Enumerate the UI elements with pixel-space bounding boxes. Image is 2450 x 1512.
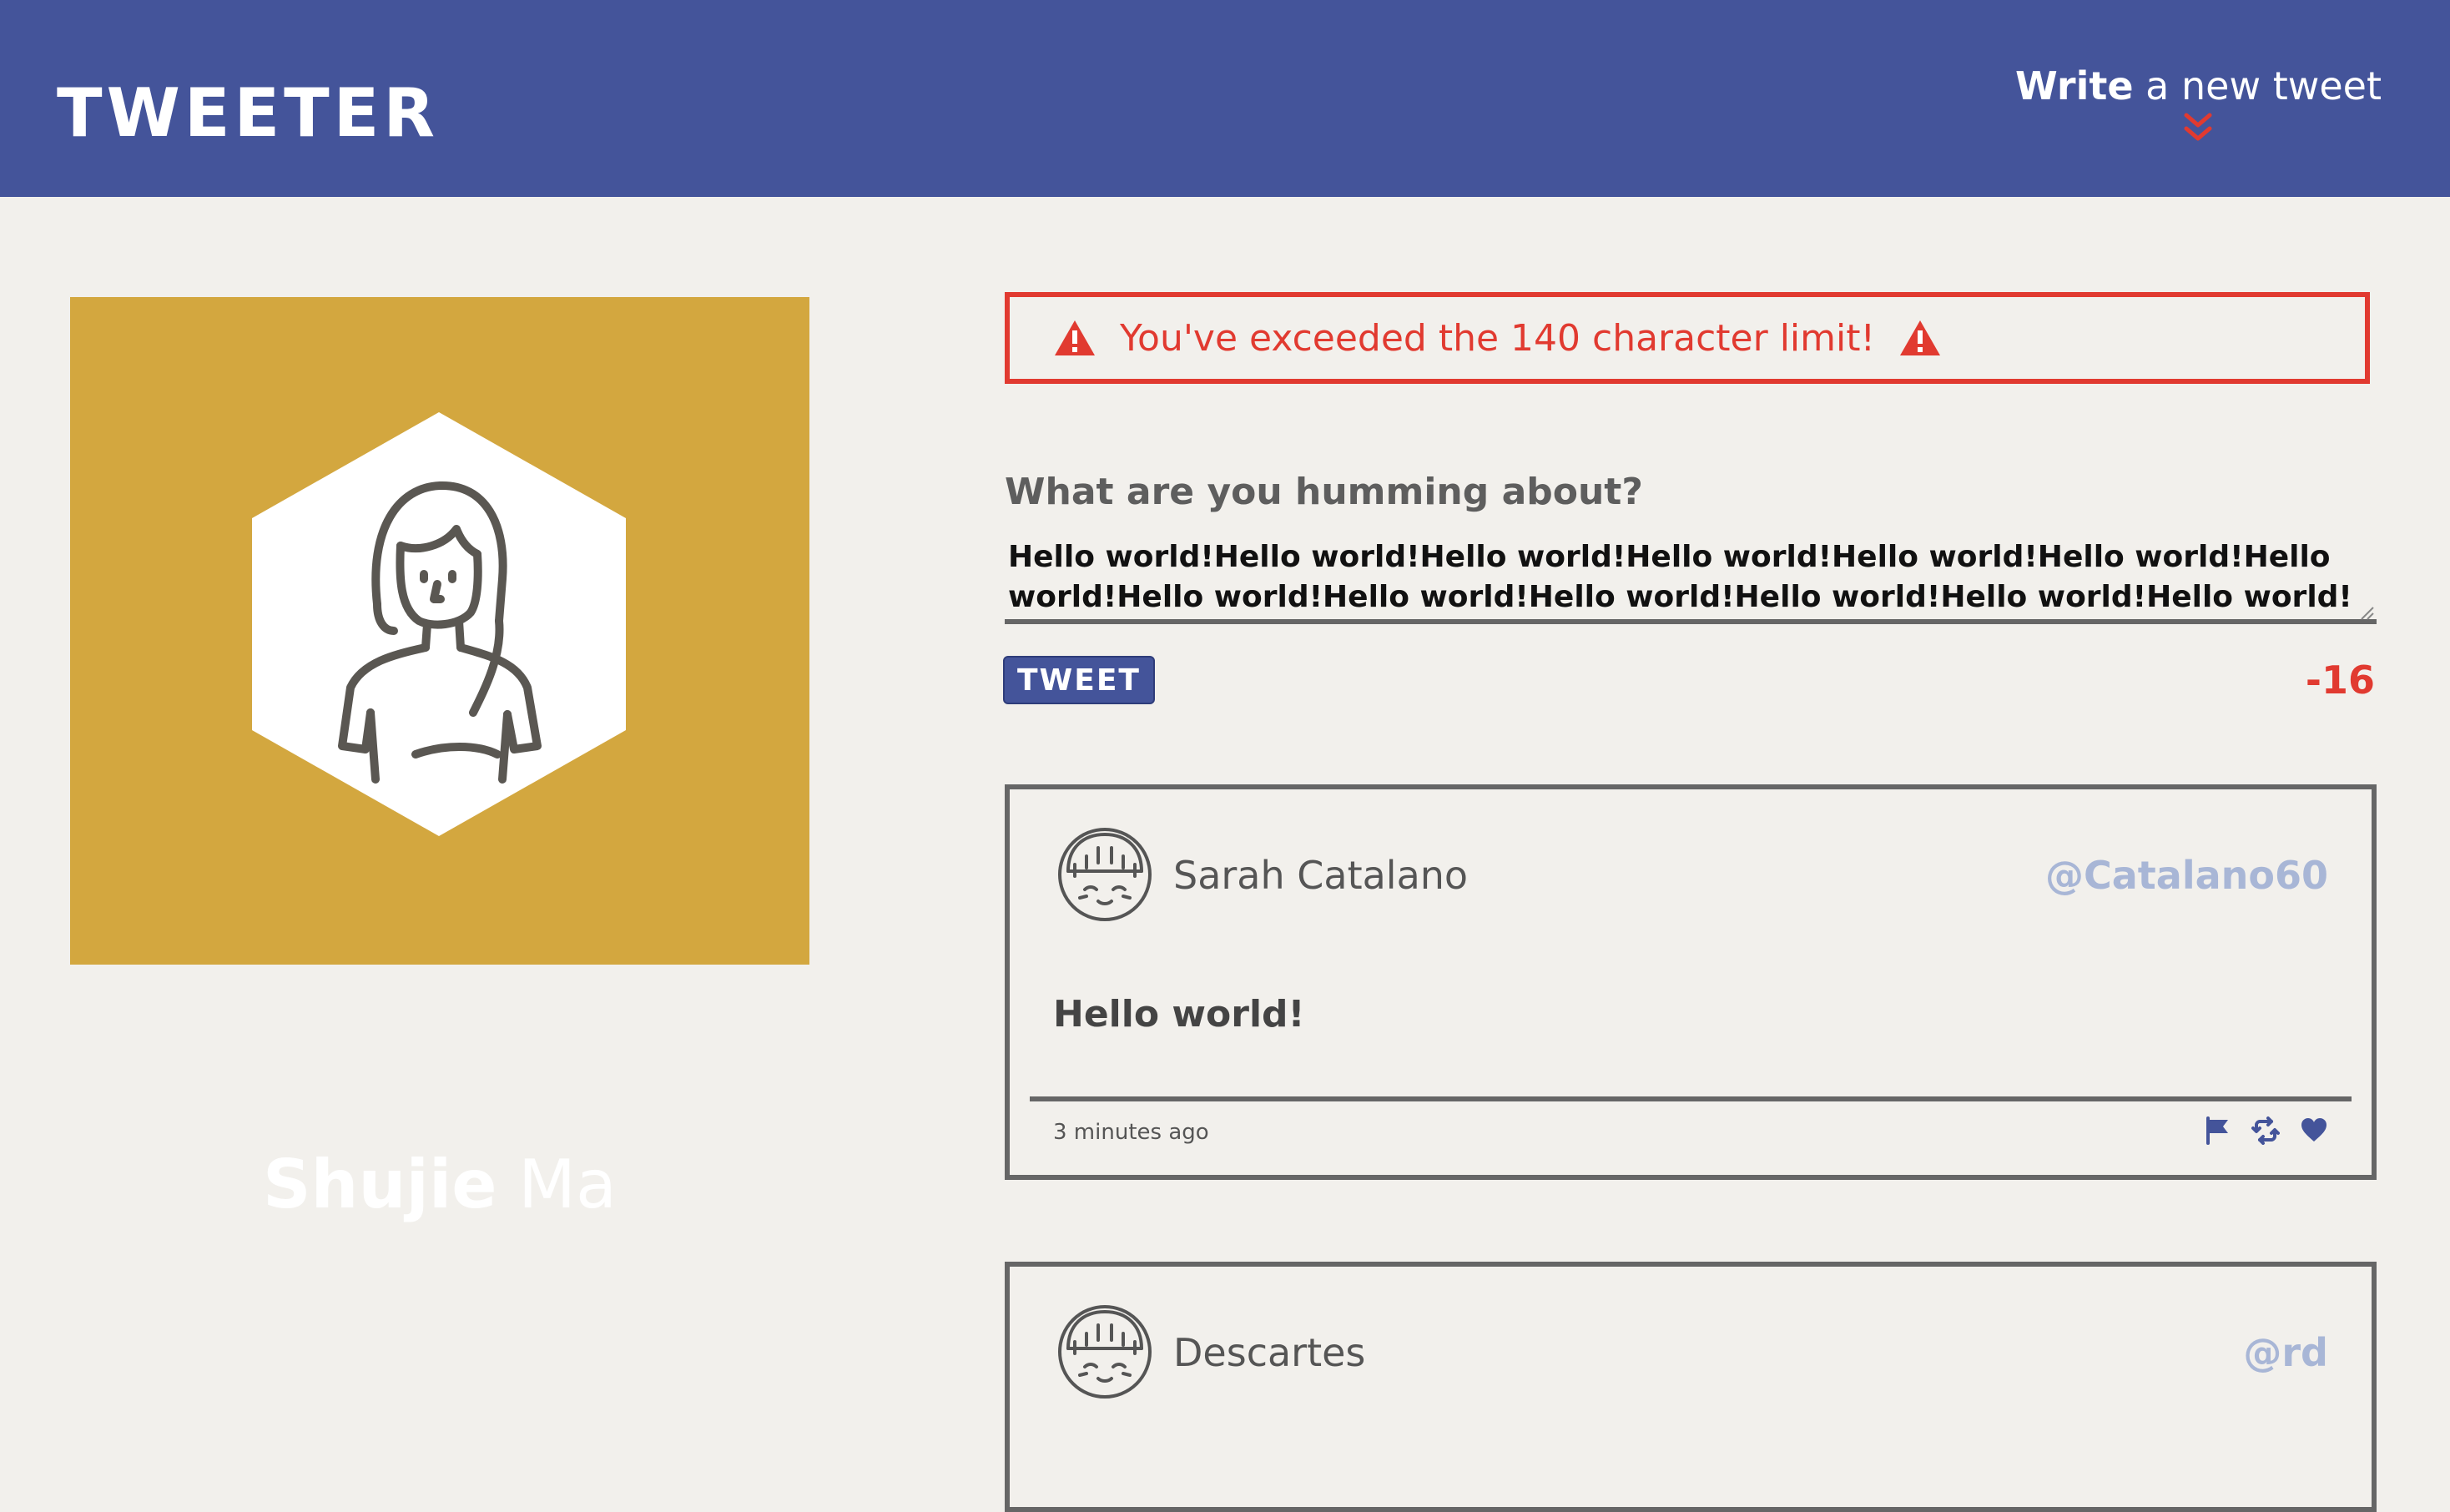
heart-icon[interactable]	[2300, 1116, 2328, 1145]
top-nav: TWEETER Write a new tweet	[0, 0, 2450, 197]
tweet-card: Sarah Catalano @Catalano60 Hello world! …	[1005, 784, 2377, 1180]
tweet-author-name: Sarah Catalano	[1173, 853, 1469, 898]
chevron-double-down-icon	[2184, 113, 2212, 141]
tweet-author-handle[interactable]: @rd	[2243, 1330, 2328, 1375]
tweet-actions	[2203, 1116, 2328, 1145]
character-counter: -16	[2305, 658, 2375, 703]
woman-avatar-icon	[252, 412, 626, 836]
compose-prompt: What are you humming about?	[1005, 471, 1643, 513]
write-new-tweet-toggle[interactable]: Write a new tweet	[2015, 67, 2382, 145]
user-avatar-icon	[1058, 1305, 1152, 1399]
tweet-divider	[1030, 1096, 2352, 1101]
app-logo[interactable]: TWEETER	[57, 80, 439, 147]
compose-label: Write a new tweet	[2014, 63, 2382, 108]
tweet-card: Descartes @rd	[1005, 1262, 2377, 1512]
tweet-timestamp: 3 minutes ago	[1053, 1120, 1209, 1145]
character-limit-error: You've exceeded the 140 character limit!	[1005, 292, 2370, 384]
flag-icon[interactable]	[2203, 1116, 2231, 1145]
tweet-button[interactable]: TWEET	[1003, 656, 1155, 704]
retweet-icon[interactable]	[2251, 1116, 2280, 1145]
tweet-textarea[interactable]: Hello world!Hello world!Hello world!Hell…	[1005, 537, 2377, 624]
warning-icon	[1900, 320, 1941, 355]
profile-name: Shujie Ma	[262, 1146, 618, 1223]
tweet-author-handle[interactable]: @Catalano60	[2045, 853, 2328, 898]
warning-icon	[1055, 320, 1095, 355]
resize-handle-icon[interactable]	[2358, 604, 2375, 621]
profile-card: Shujie Ma	[70, 297, 809, 1218]
tweet-author-name: Descartes	[1173, 1330, 1366, 1375]
tweet-content: Hello world!	[1053, 993, 1305, 1036]
error-message: You've exceeded the 140 character limit!	[1120, 316, 1876, 360]
user-avatar-icon	[1058, 828, 1152, 921]
